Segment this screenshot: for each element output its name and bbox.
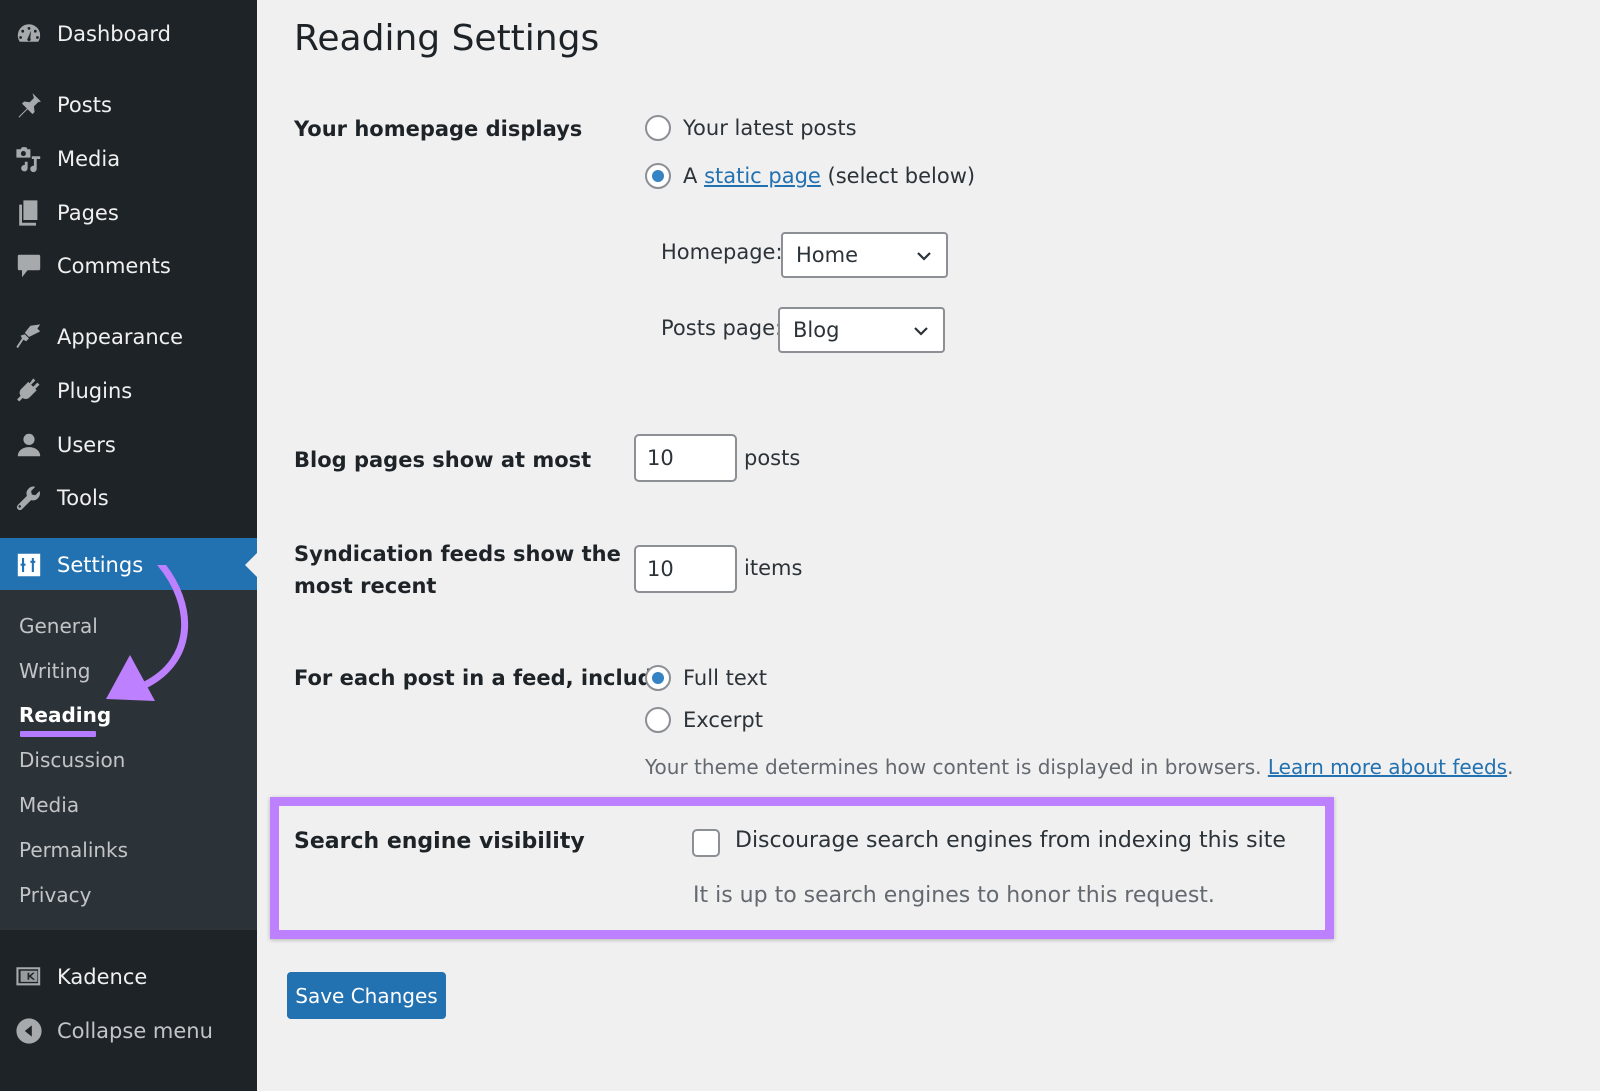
feed-include-label: For each post in a feed, include bbox=[294, 666, 667, 690]
menu-item-plugins[interactable]: Plugins bbox=[0, 365, 257, 417]
feed-items-input[interactable] bbox=[634, 545, 737, 593]
menu-item-users[interactable]: Users bbox=[0, 419, 257, 471]
option-prefix: A bbox=[683, 164, 698, 188]
collapse-menu-button[interactable]: Collapse menu bbox=[0, 1005, 257, 1057]
menu-label: Settings bbox=[57, 553, 144, 577]
option-label: Excerpt bbox=[683, 708, 763, 732]
wrench-icon bbox=[14, 483, 44, 513]
select-value: Home bbox=[796, 243, 859, 267]
syndication-label-line2: most recent bbox=[294, 574, 437, 598]
blog-pages-label: Blog pages show at most bbox=[294, 448, 592, 472]
syndication-label-line1: Syndication feeds show the bbox=[294, 542, 621, 566]
submenu-item-general[interactable]: General bbox=[19, 611, 98, 641]
radio-full-text[interactable]: Full text bbox=[645, 665, 767, 691]
menu-item-dashboard[interactable]: Dashboard bbox=[0, 8, 257, 60]
user-icon bbox=[14, 430, 44, 460]
submenu-item-media[interactable]: Media bbox=[19, 790, 79, 820]
menu-item-appearance[interactable]: Appearance bbox=[0, 311, 257, 363]
submenu-item-writing[interactable]: Writing bbox=[19, 656, 90, 686]
comment-icon bbox=[14, 251, 44, 281]
menu-label: Users bbox=[57, 433, 116, 457]
homepage-select[interactable]: Home bbox=[781, 232, 948, 278]
menu-label: Collapse menu bbox=[57, 1019, 213, 1043]
posts-page-select[interactable]: Blog bbox=[778, 307, 945, 353]
static-page-link[interactable]: static page bbox=[704, 164, 821, 188]
search-visibility-highlight-box bbox=[270, 797, 1334, 939]
option-label: Your latest posts bbox=[683, 116, 857, 140]
media-icon bbox=[14, 144, 44, 174]
posts-page-select-label: Posts page: bbox=[661, 316, 783, 340]
option-label: Full text bbox=[683, 666, 768, 690]
dashboard-icon bbox=[14, 19, 44, 49]
radio-latest-posts[interactable]: Your latest posts bbox=[645, 115, 857, 141]
menu-item-pages[interactable]: Pages bbox=[0, 187, 257, 239]
homepage-select-label: Homepage: bbox=[661, 240, 783, 264]
kadence-icon bbox=[14, 962, 44, 992]
menu-label: Plugins bbox=[57, 379, 133, 403]
menu-label: Comments bbox=[57, 254, 171, 278]
search-visibility-label: Search engine visibility bbox=[294, 829, 585, 854]
items-unit-label: items bbox=[744, 556, 803, 580]
submenu-item-privacy[interactable]: Privacy bbox=[19, 880, 91, 910]
learn-more-feeds-link[interactable]: Learn more about feeds bbox=[1268, 755, 1507, 779]
radio-excerpt[interactable]: Excerpt bbox=[645, 707, 763, 733]
submenu-item-permalinks[interactable]: Permalinks bbox=[19, 835, 128, 865]
admin-sidebar: Dashboard Posts Media Pages Comments App… bbox=[0, 0, 257, 1091]
menu-label: Kadence bbox=[57, 965, 148, 989]
homepage-displays-label: Your homepage displays bbox=[294, 117, 583, 141]
menu-item-comments[interactable]: Comments bbox=[0, 240, 257, 292]
submenu-item-reading[interactable]: Reading bbox=[19, 700, 111, 730]
menu-label: Posts bbox=[57, 93, 112, 117]
save-changes-button[interactable]: Save Changes bbox=[287, 972, 446, 1019]
menu-label: Media bbox=[57, 147, 121, 171]
discourage-search-label[interactable]: Discourage search engines from indexing … bbox=[735, 828, 1286, 853]
chevron-down-icon bbox=[914, 327, 928, 336]
menu-item-posts[interactable]: Posts bbox=[0, 79, 257, 131]
chevron-down-icon bbox=[917, 252, 931, 261]
menu-item-tools[interactable]: Tools bbox=[0, 472, 257, 524]
menu-label: Pages bbox=[57, 201, 119, 225]
collapse-arrow-icon bbox=[14, 1016, 44, 1046]
pin-icon bbox=[14, 90, 44, 120]
radio-button[interactable] bbox=[645, 707, 671, 733]
posts-unit-label: posts bbox=[744, 446, 801, 470]
feed-description-text: Your theme determines how content is dis… bbox=[645, 755, 1262, 779]
reading-highlight-underline bbox=[20, 731, 96, 737]
menu-label: Appearance bbox=[57, 325, 184, 349]
settings-icon bbox=[14, 550, 44, 580]
discourage-search-checkbox[interactable] bbox=[692, 829, 720, 857]
feed-description: Your theme determines how content is dis… bbox=[645, 755, 1513, 779]
radio-static-page[interactable]: A static page (select below) bbox=[645, 163, 975, 189]
option-suffix: (select below) bbox=[827, 164, 976, 188]
page-title: Reading Settings bbox=[294, 18, 600, 59]
plugin-icon bbox=[14, 376, 44, 406]
menu-label: Tools bbox=[57, 486, 109, 510]
search-visibility-description: It is up to search engines to honor this… bbox=[693, 883, 1215, 908]
pages-icon bbox=[14, 198, 44, 228]
paintbrush-icon bbox=[14, 322, 44, 352]
menu-item-settings[interactable]: Settings bbox=[0, 538, 257, 592]
radio-button-checked[interactable] bbox=[645, 163, 671, 189]
period: . bbox=[1507, 755, 1514, 779]
menu-item-media[interactable]: Media bbox=[0, 133, 257, 185]
reading-settings-page: Reading Settings Your homepage displays … bbox=[257, 0, 1600, 1091]
radio-button[interactable] bbox=[645, 115, 671, 141]
submenu-item-discussion[interactable]: Discussion bbox=[19, 745, 125, 775]
select-value: Blog bbox=[793, 318, 840, 342]
posts-per-page-input[interactable] bbox=[634, 434, 737, 482]
radio-button-checked[interactable] bbox=[645, 665, 671, 691]
menu-label: Dashboard bbox=[57, 22, 171, 46]
menu-item-kadence[interactable]: Kadence bbox=[0, 951, 257, 1003]
